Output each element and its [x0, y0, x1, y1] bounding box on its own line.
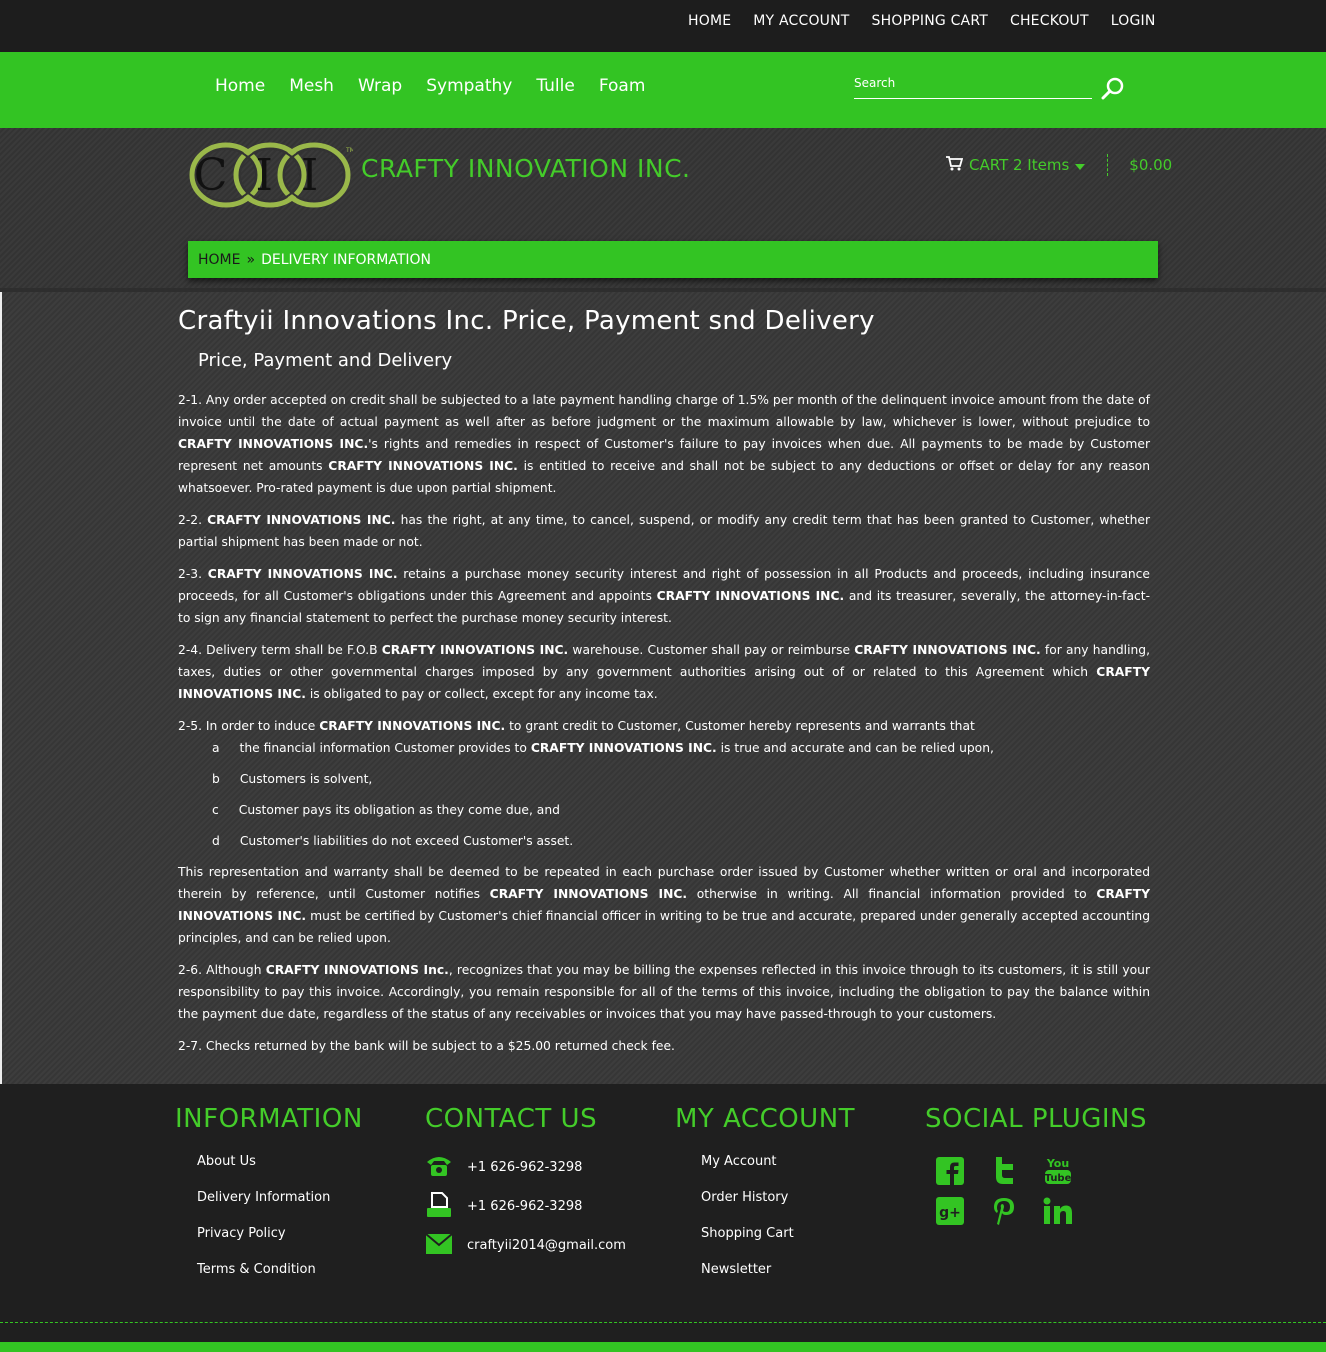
list-item-d: d Customer's liabilities do not exceed Cu… [212, 834, 574, 848]
cart-icon [945, 155, 964, 175]
linkedin-icon[interactable] [1043, 1196, 1073, 1226]
breadcrumb-current: DELIVERY INFORMATION [261, 251, 432, 268]
site-logo[interactable]: CII TM [188, 140, 355, 210]
nav-item-home[interactable]: Home [215, 76, 265, 96]
twitter-icon[interactable] [989, 1156, 1019, 1186]
footer-contact: CONTACT US +1 626-962-3298 +1 626-962-32… [425, 1104, 626, 1265]
footer-link-my-account[interactable]: My Account [701, 1154, 855, 1190]
main-nav: Home Mesh Wrap Sympathy Tulle Foam [0, 52, 1326, 128]
youtube-icon[interactable]: You Tube [1043, 1156, 1073, 1186]
chevron-down-icon [1075, 156, 1086, 174]
google-plus-icon[interactable]: g+ [935, 1196, 965, 1226]
breadcrumb-home[interactable]: HOME [198, 252, 240, 268]
site-header: CII TM CRAFTY INNOVATION INC. CART 2 Ite… [0, 128, 1326, 288]
nav-menu: Home Mesh Wrap Sympathy Tulle Foam [215, 76, 645, 96]
footer-bottom-bar [0, 1342, 1326, 1352]
footer-divider [0, 1322, 1326, 1323]
page-title: Craftyii Innovations Inc. Price, Payment… [178, 306, 875, 336]
contact-phone-number[interactable]: +1 626-962-3298 [467, 1160, 582, 1175]
paragraph-representation: This representation and warranty shall b… [178, 865, 1151, 945]
cart-label: CART 2 Items [969, 156, 1070, 174]
contact-phone: +1 626-962-3298 [425, 1148, 626, 1187]
footer-account-title: MY ACCOUNT [675, 1104, 856, 1134]
footer-social-title: SOCIAL PLUGINS [925, 1104, 1147, 1134]
top-links: HOME MY ACCOUNT SHOPPING CART CHECKOUT L… [688, 13, 1156, 29]
contact-email: craftyii2014@gmail.com [425, 1226, 626, 1265]
nav-item-mesh[interactable]: Mesh [289, 76, 334, 96]
nav-item-wrap[interactable]: Wrap [358, 76, 402, 96]
pinterest-icon[interactable] [989, 1196, 1019, 1226]
footer-link-terms[interactable]: Terms & Condition [197, 1262, 363, 1298]
main-content: Craftyii Innovations Inc. Price, Payment… [0, 292, 1326, 1084]
footer-social: SOCIAL PLUGINS You Tube g+ [925, 1104, 1147, 1226]
search-input[interactable] [854, 74, 1084, 92]
page-subtitle: Price, Payment and Delivery [198, 350, 453, 371]
list-item-c: c Customer pays its obligation as they co… [212, 803, 560, 817]
phone-icon [425, 1154, 453, 1182]
footer-information: INFORMATION About Us Delivery Informatio… [175, 1104, 363, 1298]
contact-fax: +1 626-962-3298 [425, 1187, 626, 1226]
footer-link-privacy-policy[interactable]: Privacy Policy [197, 1226, 363, 1262]
cart-total: $0.00 [1129, 156, 1173, 174]
brand-name[interactable]: CRAFTY INNOVATION INC. [361, 154, 690, 183]
footer-link-delivery-information[interactable]: Delivery Information [197, 1190, 363, 1226]
social-icons: You Tube g+ [935, 1156, 1147, 1226]
article: Craftyii Innovations Inc. Price, Payment… [178, 306, 1150, 1067]
nav-item-tulle[interactable]: Tulle [536, 76, 574, 96]
list-item-b: b Customers is solvent, [212, 772, 373, 786]
footer-link-order-history[interactable]: Order History [701, 1190, 855, 1226]
contact-fax-number[interactable]: +1 626-962-3298 [467, 1199, 582, 1214]
svg-text:TM: TM [345, 147, 353, 154]
paragraph-2-1: 2-1. Any order accepted on credit shall … [178, 393, 1151, 495]
top-link-my-account[interactable]: MY ACCOUNT [753, 13, 849, 29]
nav-item-foam[interactable]: Foam [599, 76, 646, 96]
breadcrumb-separator: » [246, 251, 256, 268]
footer-info-title: INFORMATION [175, 1104, 363, 1134]
top-link-checkout[interactable]: CHECKOUT [1010, 13, 1089, 29]
site-footer: INFORMATION About Us Delivery Informatio… [0, 1084, 1326, 1352]
top-link-home[interactable]: HOME [688, 13, 731, 29]
cart-divider [1107, 154, 1109, 176]
contact-email-address[interactable]: craftyii2014@gmail.com [467, 1238, 626, 1253]
top-link-shopping-cart[interactable]: SHOPPING CART [872, 13, 988, 29]
footer-link-shopping-cart[interactable]: Shopping Cart [701, 1226, 855, 1262]
top-link-login[interactable]: LOGIN [1111, 13, 1156, 29]
paragraph-2-3: 2-3. CRAFTY INNOVATIONS INC. retains a p… [178, 567, 1151, 625]
search-box [854, 72, 1092, 99]
logo-letters: CII [194, 150, 346, 201]
svg-text:g+: g+ [939, 1205, 961, 1221]
cart-summary[interactable]: CART 2 Items $0.00 [945, 154, 1172, 176]
paragraph-2-6: 2-6. Although CRAFTY INNOVATIONS Inc., r… [178, 963, 1150, 1021]
footer-contact-title: CONTACT US [425, 1104, 598, 1134]
paragraph-2-7: 2-7. Checks returned by the bank will be… [178, 1039, 675, 1053]
facebook-icon[interactable] [935, 1156, 965, 1186]
paragraph-2-5: 2-5. In order to induce CRAFTY INNOVATIO… [178, 719, 975, 733]
paragraph-2-2: 2-2. CRAFTY INNOVATIONS INC. has the rig… [178, 513, 1151, 549]
footer-link-newsletter[interactable]: Newsletter [701, 1262, 855, 1298]
nav-item-sympathy[interactable]: Sympathy [426, 76, 512, 96]
footer-my-account: MY ACCOUNT My Account Order History Shop… [675, 1104, 855, 1298]
fax-icon [425, 1191, 453, 1223]
envelope-icon [425, 1232, 453, 1259]
list-item-a: a the financial information Customer prov… [212, 741, 994, 755]
top-bar: HOME MY ACCOUNT SHOPPING CART CHECKOUT L… [0, 0, 1326, 52]
youtube-top-text: You [1046, 1157, 1069, 1170]
footer-link-about-us[interactable]: About Us [197, 1154, 363, 1190]
paragraph-2-4: 2-4. Delivery term shall be F.O.B CRAFTY… [178, 643, 1151, 701]
breadcrumb: HOME » DELIVERY INFORMATION [188, 241, 1158, 278]
youtube-bottom-text: Tube [1045, 1173, 1072, 1184]
search-icon[interactable] [1101, 76, 1125, 100]
